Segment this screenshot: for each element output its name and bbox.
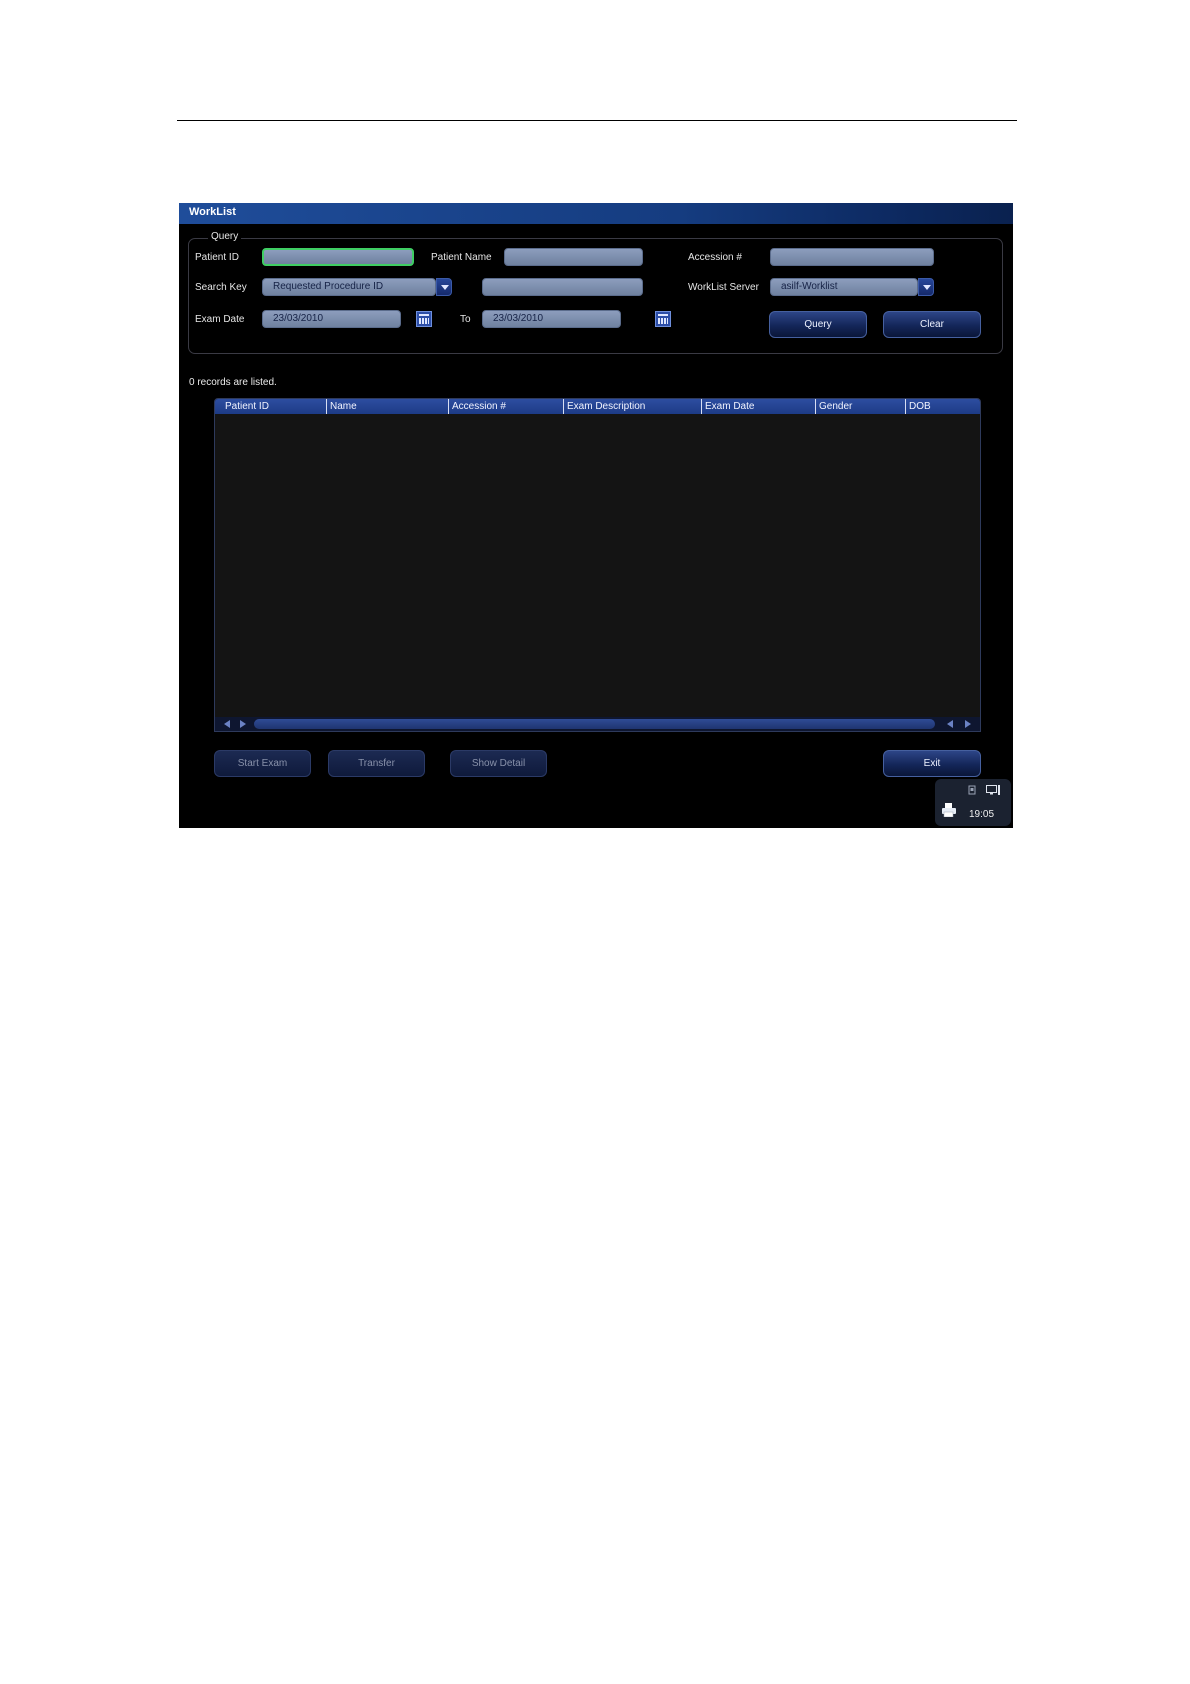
patient-name-label: Patient Name [431, 252, 492, 263]
query-button[interactable]: Query [769, 311, 867, 338]
search-key-dropdown-icon[interactable] [436, 278, 452, 296]
search-key-label: Search Key [195, 282, 247, 293]
transfer-button[interactable]: Transfer [328, 750, 425, 777]
table-header: Patient ID Name Accession # Exam Descrip… [215, 399, 980, 414]
records-status: 0 records are listed. [189, 377, 277, 388]
worklist-screen: WorkList Query Patient ID Patient Name A… [179, 203, 1013, 828]
exam-date-to-input[interactable]: 23/03/2010 [482, 310, 621, 328]
column-header-name[interactable]: Name [326, 399, 448, 414]
search-key-select[interactable]: Requested Procedure ID [262, 278, 436, 296]
exam-date-from-input[interactable]: 23/03/2010 [262, 310, 401, 328]
patient-id-input[interactable] [262, 248, 414, 266]
scroll-right-end-icon[interactable] [965, 720, 971, 728]
clock-time: 19:05 [969, 809, 995, 820]
query-group-legend: Query [208, 231, 242, 242]
column-header-accession[interactable]: Accession # [448, 399, 563, 414]
title-bar: WorkList [179, 203, 1013, 224]
worklist-server-dropdown-icon[interactable] [918, 278, 934, 296]
exit-button[interactable]: Exit [883, 750, 981, 777]
calendar-to-icon[interactable] [655, 311, 671, 327]
scroll-right-icon[interactable] [240, 720, 246, 728]
scrollbar-thumb[interactable] [254, 719, 935, 729]
scroll-left-end-icon[interactable] [947, 720, 953, 728]
scroll-left-icon[interactable] [224, 720, 230, 728]
clear-button[interactable]: Clear [883, 311, 981, 338]
window-title: WorkList [189, 206, 236, 218]
accession-label: Accession # [688, 252, 742, 263]
patient-id-label: Patient ID [195, 252, 239, 263]
to-label: To [460, 314, 471, 325]
column-header-patient-id[interactable]: Patient ID [222, 399, 326, 414]
system-tray: 19:05 [935, 779, 1011, 826]
exam-date-label: Exam Date [195, 314, 245, 325]
patient-name-input[interactable] [504, 248, 643, 266]
column-header-gender[interactable]: Gender [815, 399, 905, 414]
column-header-dob[interactable]: DOB [905, 399, 980, 414]
page-top-rule [177, 120, 1017, 121]
printer-icon [942, 803, 956, 817]
network-icon [986, 785, 1000, 795]
usb-icon [968, 785, 976, 795]
search-text-input[interactable] [482, 278, 643, 296]
show-detail-button[interactable]: Show Detail [450, 750, 547, 777]
start-exam-button[interactable]: Start Exam [214, 750, 311, 777]
accession-input[interactable] [770, 248, 934, 266]
calendar-from-icon[interactable] [416, 311, 432, 327]
column-header-exam-description[interactable]: Exam Description [563, 399, 701, 414]
results-table: Patient ID Name Accession # Exam Descrip… [214, 398, 981, 732]
column-header-exam-date[interactable]: Exam Date [701, 399, 815, 414]
horizontal-scrollbar[interactable] [215, 717, 980, 731]
worklist-server-label: WorkList Server [688, 282, 759, 293]
worklist-server-select[interactable]: asilf-Worklist [770, 278, 918, 296]
